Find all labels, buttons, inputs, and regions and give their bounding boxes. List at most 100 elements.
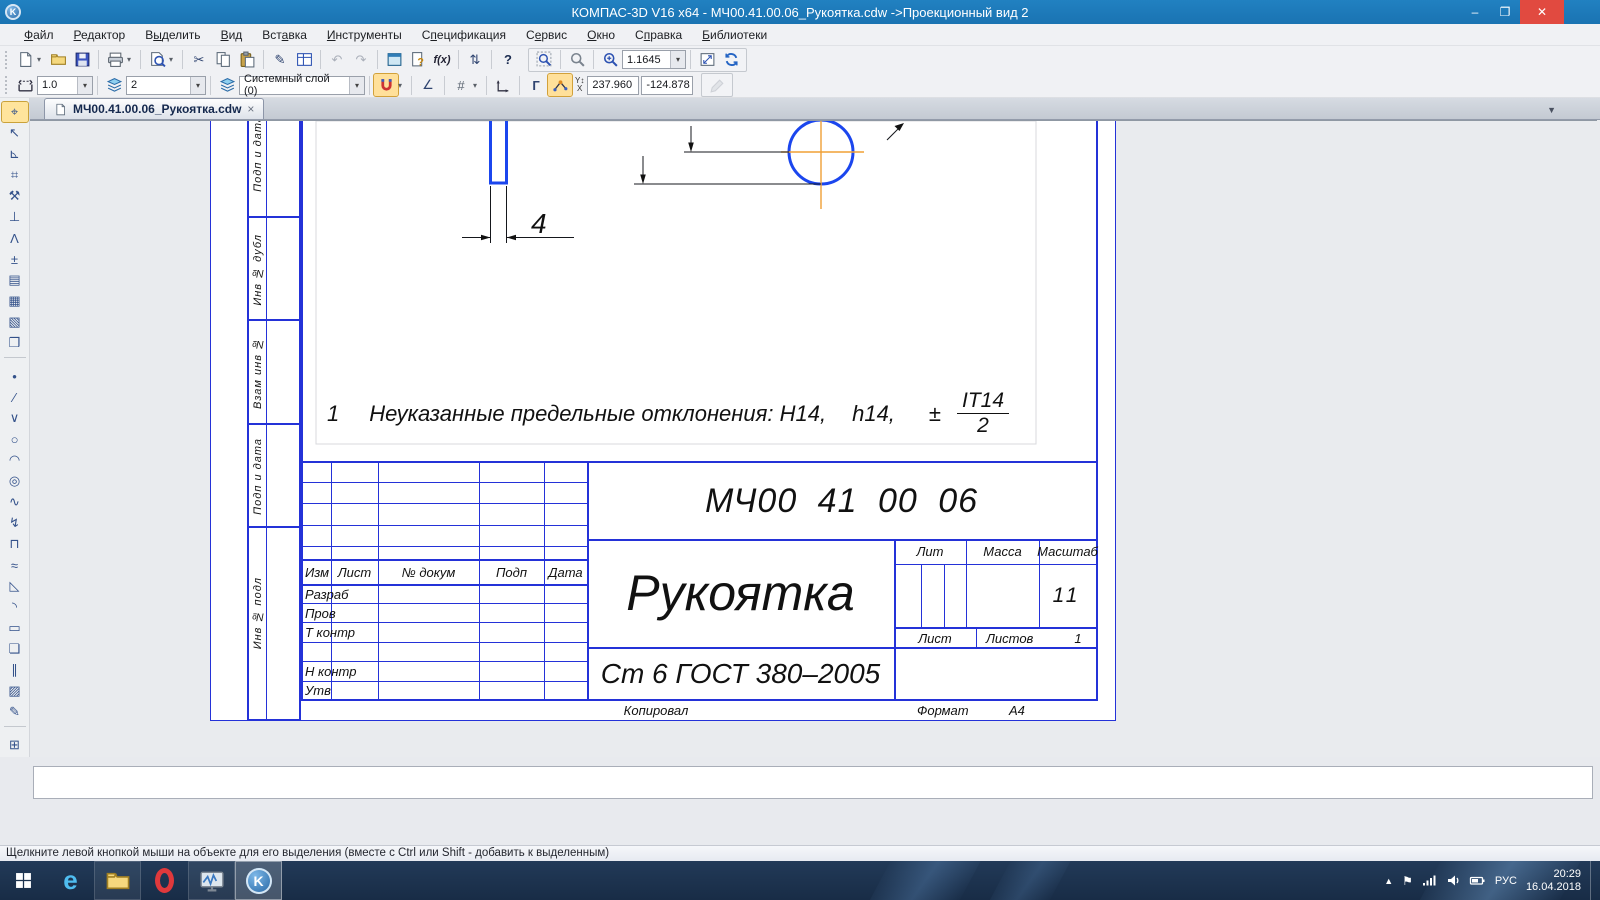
layer-stack-icon[interactable] [215, 74, 239, 96]
menu-select[interactable]: Выделить [135, 26, 210, 44]
menu-help[interactable]: Справка [625, 26, 692, 44]
angle-snap-button[interactable]: ∠ [416, 74, 440, 96]
kompas-taskbar-button[interactable]: K [235, 861, 282, 900]
menu-insert[interactable]: Вставка [252, 26, 317, 44]
save-button[interactable] [70, 49, 94, 71]
left-tool-segment[interactable]: ∕ [2, 387, 28, 407]
kompas-app-icon[interactable]: K [5, 4, 21, 20]
left-tool-rectangle[interactable]: ▭ [2, 618, 28, 638]
zoom-in-button[interactable] [598, 49, 622, 71]
left-tool-macro-lightning[interactable]: ↯ [2, 513, 28, 533]
layers-icon[interactable] [102, 74, 126, 96]
start-button[interactable] [0, 861, 47, 900]
internet-explorer-button[interactable]: e [47, 861, 94, 900]
context-help-button[interactable]: ? [496, 49, 520, 71]
open-document-button[interactable] [46, 49, 70, 71]
clean-view-button[interactable] [705, 74, 729, 96]
fx-button[interactable]: f(x) [430, 49, 454, 71]
left-tool-fillet[interactable]: ◝ [2, 597, 28, 617]
minimize-button[interactable]: – [1460, 0, 1490, 24]
zoom-scale-combo[interactable]: 1.1645 ▾ [622, 50, 686, 69]
tray-expand-icon[interactable]: ▲ [1384, 876, 1393, 886]
redo-button[interactable]: ↷ [349, 49, 373, 71]
drawing-canvas[interactable]: 4 1 Неуказанные предельные отклонения: H… [30, 120, 1597, 757]
left-tool-report-book[interactable]: ▧ [2, 312, 28, 332]
undo-button[interactable]: ↶ [325, 49, 349, 71]
menu-file[interactable]: Файл [14, 26, 64, 44]
snap-magnet-button[interactable] [373, 73, 399, 97]
left-tool-snap-cursor[interactable]: ↖ [2, 123, 28, 143]
paste-button[interactable] [235, 49, 259, 71]
roundoff-button[interactable] [547, 73, 573, 97]
left-tool-polyline[interactable]: ∨ [2, 408, 28, 428]
zoom-auto-button[interactable] [565, 49, 589, 71]
print-preview-button[interactable] [145, 49, 169, 71]
zoom-scale-dropdown-icon[interactable]: ▾ [670, 51, 685, 68]
left-tool-spec-table[interactable]: ▦ [2, 291, 28, 311]
tab-list-dropdown-icon[interactable]: ▼ [1547, 105, 1556, 115]
step-combo[interactable]: 1.0 ▾ [37, 75, 93, 95]
refresh-view-button[interactable] [719, 49, 743, 71]
copy-properties-button[interactable]: ✎ [268, 49, 292, 71]
left-tool-select-object[interactable]: ⌖ [0, 101, 29, 123]
left-tool-insert-object[interactable]: ❒ [2, 333, 28, 353]
toolbar-handle[interactable] [5, 50, 9, 69]
left-tool-circle[interactable]: ○ [2, 429, 28, 449]
grid-button[interactable]: # [449, 74, 473, 96]
specification-button[interactable] [292, 49, 316, 71]
new-document-button[interactable] [13, 49, 37, 71]
zoom-by-frame-button[interactable] [532, 49, 556, 71]
coordinate-x-field[interactable]: 237.960 [587, 75, 640, 95]
left-tool-curve[interactable]: ≈ [2, 555, 28, 575]
local-csys-button[interactable] [491, 74, 515, 96]
left-tool-arc[interactable]: ◠ [2, 450, 28, 470]
toolbar-handle[interactable] [5, 76, 9, 94]
battery-icon[interactable] [1469, 874, 1486, 887]
language-indicator[interactable]: РУС [1495, 875, 1517, 887]
opera-button[interactable] [141, 861, 188, 900]
coordinate-y-field[interactable]: -124.878 [641, 75, 694, 95]
copy-button[interactable] [211, 49, 235, 71]
preview-dropdown-icon[interactable]: ▾ [169, 55, 178, 64]
close-button[interactable]: ✕ [1520, 0, 1564, 24]
ortho-button[interactable]: Г [524, 74, 548, 96]
grid-dropdown-icon[interactable]: ▾ [473, 81, 482, 90]
left-tool-chamfer[interactable]: ◺ [2, 576, 28, 596]
action-center-icon[interactable]: ⚑ [1402, 874, 1413, 888]
menu-tools[interactable]: Инструменты [317, 26, 412, 44]
left-tool-compass[interactable]: Λ [2, 228, 28, 248]
system-monitor-button[interactable] [188, 861, 235, 900]
menu-specification[interactable]: Спецификация [412, 26, 516, 44]
volume-icon[interactable] [1446, 874, 1460, 887]
file-explorer-button[interactable] [94, 861, 141, 900]
layer-name-dropdown-icon[interactable]: ▾ [349, 76, 364, 94]
renumber-button[interactable]: ⇅ [463, 49, 487, 71]
print-button[interactable] [103, 49, 127, 71]
menu-editor[interactable]: Редактор [64, 26, 136, 44]
snap-dropdown-icon[interactable]: ▾ [398, 81, 407, 90]
layer-number-combo[interactable]: 2 ▾ [126, 75, 206, 95]
left-tool-hatch[interactable]: ▨ [2, 681, 28, 701]
left-tool-hatch-lines[interactable]: ∥ [2, 660, 28, 680]
clock[interactable]: 20:29 16.04.2018 [1526, 868, 1581, 894]
print-dropdown-icon[interactable]: ▾ [127, 55, 136, 64]
tab-close-icon[interactable]: × [247, 102, 254, 116]
left-tool-edit-hammer[interactable]: ⚒ [2, 186, 28, 206]
document-tab[interactable]: МЧ00.41.00.06_Рукоятка.cdw × [44, 98, 265, 119]
show-desktop-button[interactable] [1590, 861, 1594, 900]
left-tool-contour[interactable]: ⊓ [2, 534, 28, 554]
step-dropdown-icon[interactable]: ▾ [77, 76, 92, 94]
show-all-button[interactable] [695, 49, 719, 71]
menu-view[interactable]: Вид [211, 26, 253, 44]
left-tool-parametrize[interactable]: ⊥ [2, 207, 28, 227]
menu-window[interactable]: Окно [577, 26, 625, 44]
left-tool-plus-minus[interactable]: ± [2, 249, 28, 269]
left-tool-extra-tool[interactable]: ⊞ [2, 735, 28, 755]
left-tool-style-brush[interactable]: ✎ [2, 702, 28, 722]
left-tool-spline[interactable]: ∿ [2, 492, 28, 512]
network-signal-icon[interactable] [1422, 874, 1437, 887]
document-properties-button[interactable] [406, 49, 430, 71]
left-tool-measure[interactable]: ⊾ [2, 144, 28, 164]
menu-service[interactable]: Сервис [516, 26, 577, 44]
left-tool-save-fragment[interactable]: ▤ [2, 270, 28, 290]
